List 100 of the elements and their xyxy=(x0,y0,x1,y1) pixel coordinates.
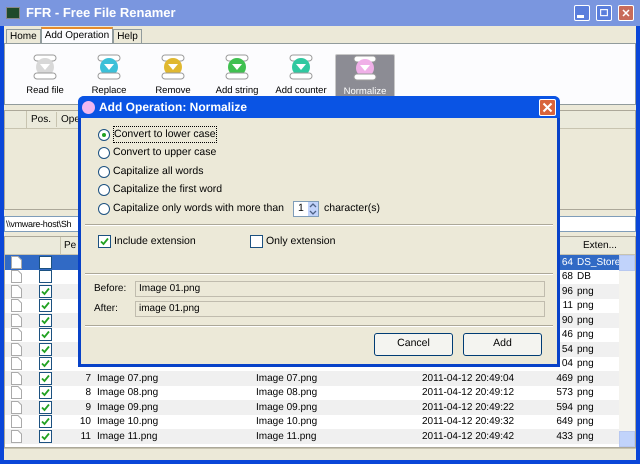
checkbox[interactable] xyxy=(39,299,52,312)
tab[interactable]: Home xyxy=(6,29,41,43)
maximize-icon xyxy=(598,7,610,19)
app-icon xyxy=(82,100,95,114)
table-cell-text: 469 xyxy=(555,372,573,386)
table-cell-text: 11 xyxy=(80,430,91,444)
preview-field: Image 01.png xyxy=(135,280,545,297)
toolbar-button[interactable]: Add string xyxy=(207,54,267,102)
radio-button[interactable] xyxy=(98,166,110,178)
table-cell-text: Image 08.png xyxy=(256,386,318,400)
table-cell-text: 2011-04-12 20:49:42 xyxy=(422,430,516,444)
option-label[interactable]: Convert to upper case xyxy=(113,145,216,161)
spinner-arrows-icon xyxy=(308,202,318,216)
table-cell-text: 96 xyxy=(560,284,573,299)
table-cell-text: Image 10.png xyxy=(256,415,318,430)
app-icon xyxy=(6,7,20,19)
checkbox[interactable] xyxy=(98,235,111,248)
checkbox[interactable] xyxy=(39,357,52,370)
checkbox[interactable] xyxy=(39,415,52,428)
table-cell-text: 7 xyxy=(84,372,91,386)
checkbox[interactable] xyxy=(39,270,52,284)
checkbox-label[interactable]: Include extension xyxy=(114,234,196,250)
checkbox[interactable] xyxy=(39,284,52,298)
checkbox[interactable] xyxy=(39,372,52,385)
toolbar-button[interactable]: Add counter xyxy=(271,54,331,102)
table-cell-text: DB xyxy=(576,270,592,284)
radio-button[interactable] xyxy=(98,202,110,214)
toolbar-button[interactable]: Replace xyxy=(79,54,139,102)
option-label[interactable]: Capitalize all words xyxy=(113,164,204,180)
table-cell-text: 68 xyxy=(560,270,573,284)
scrollbar[interactable] xyxy=(619,255,635,447)
toolbar-button[interactable]: Remove xyxy=(143,54,203,102)
table-cell-text: Image 09.png xyxy=(96,400,160,415)
checkbox[interactable] xyxy=(39,400,52,414)
table-cell-text: Image 09.png xyxy=(256,400,318,415)
checkbox[interactable] xyxy=(39,314,52,327)
table-cell-text: 594 xyxy=(555,400,573,415)
table-cell-text: png xyxy=(576,400,595,415)
table-cell-text: 2011-04-12 20:49:22 xyxy=(422,400,516,415)
close-button[interactable] xyxy=(539,98,556,116)
checkbox[interactable] xyxy=(39,342,52,356)
table-cell-text: png xyxy=(576,314,595,328)
radio-button[interactable] xyxy=(98,184,110,196)
option-label[interactable]: Capitalize only words with more than xyxy=(113,200,284,216)
dialog-title: Add Operation: Normalize xyxy=(99,99,248,116)
dialog-button[interactable]: Add xyxy=(463,332,542,356)
table-cell-text: 9 xyxy=(84,400,91,415)
table-cell-text: Image 07.png xyxy=(96,372,160,386)
number-spinner[interactable]: 1 xyxy=(293,200,319,216)
column-header[interactable]: Exten... xyxy=(577,238,617,253)
column-header[interactable]: Pos. xyxy=(27,112,57,127)
table-cell-text: png xyxy=(576,430,595,444)
checkbox[interactable] xyxy=(39,328,52,342)
table-cell-text: 2011-04-12 20:49:04 xyxy=(422,372,516,386)
option-label[interactable]: Capitalize the first word xyxy=(113,182,222,198)
table-cell-text: png xyxy=(576,357,595,372)
minimize-icon xyxy=(576,15,584,18)
checkbox[interactable] xyxy=(39,256,52,269)
unit-label: character(s) xyxy=(324,200,380,216)
tab[interactable]: Help xyxy=(113,29,142,43)
table-cell-text: 8 xyxy=(84,386,91,400)
table-cell-text: DS_Store xyxy=(576,256,617,270)
table-cell-text: 649 xyxy=(555,415,573,430)
checkbox-label[interactable]: Only extension xyxy=(266,234,336,250)
tab[interactable]: Add Operation xyxy=(40,27,114,43)
table-cell-text: png xyxy=(576,372,595,386)
table-cell-text: png xyxy=(576,342,595,357)
close-icon xyxy=(542,102,553,112)
table-cell-text: Image 10.png xyxy=(96,415,160,430)
radio-button[interactable] xyxy=(98,147,110,159)
table-cell-text: 11 xyxy=(562,299,573,314)
table-cell-text: 10 xyxy=(78,415,91,430)
table-cell-text: 90 xyxy=(560,314,573,328)
table-cell-text: png xyxy=(576,299,595,314)
table-cell-text: Image 11.png xyxy=(256,430,318,444)
close-icon xyxy=(620,7,632,19)
table-cell-text: Image 07.png xyxy=(256,372,318,386)
table-cell-text: png xyxy=(576,284,595,299)
table-cell-text: 2011-04-12 20:49:32 xyxy=(422,415,516,430)
checkbox[interactable] xyxy=(39,386,52,400)
checkbox[interactable] xyxy=(39,430,52,443)
close-button[interactable] xyxy=(618,5,634,21)
table-cell-text: 433 xyxy=(555,430,573,444)
table-cell-text: 64 xyxy=(560,256,573,270)
minimize-button[interactable] xyxy=(574,5,590,21)
table-cell-text: 46 xyxy=(560,328,573,342)
radio-button[interactable] xyxy=(98,128,110,140)
table-cell-text: 2011-04-12 20:49:12 xyxy=(422,386,516,400)
field-label: After: xyxy=(94,302,119,316)
field-label: Before: xyxy=(94,282,128,296)
preview-field: image 01.png xyxy=(135,300,545,317)
table-cell-text: png xyxy=(576,386,595,400)
checkbox[interactable] xyxy=(250,235,263,248)
toolbar-button[interactable]: Read file xyxy=(15,54,75,102)
window-title: FFR - Free File Renamer xyxy=(26,4,177,22)
table-cell-text: 04 xyxy=(560,357,573,372)
option-label[interactable]: Convert to lower case xyxy=(113,126,217,144)
table-cell-text: png xyxy=(576,328,595,342)
dialog-button[interactable]: Cancel xyxy=(374,332,453,356)
maximize-button[interactable] xyxy=(596,5,612,21)
